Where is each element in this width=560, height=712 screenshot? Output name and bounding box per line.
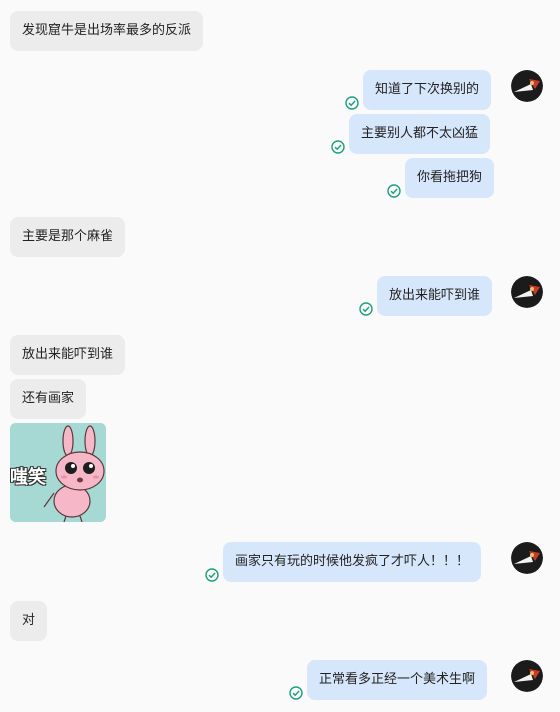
message-text: 正常看多正经一个美术生啊 [319,672,476,687]
check-circle-icon [345,96,359,110]
sticker-message[interactable]: 嗤笑 [10,423,106,522]
incoming-message[interactable]: 放出来能吓到谁 [10,335,126,375]
message-text: 主要是那个麻雀 [22,229,114,244]
outgoing-message[interactable]: 知道了下次换别的 [363,70,492,110]
message-text: 放出来能吓到谁 [22,347,114,362]
message-text: 还有画家 [22,391,75,406]
outgoing-message[interactable]: 画家只有玩的时候他发疯了才吓人！！！ [223,542,482,582]
incoming-message[interactable]: 主要是那个麻雀 [10,217,126,257]
check-circle-icon [387,184,401,198]
message-text: 发现窟牛是出场率最多的反派 [22,23,192,38]
outgoing-message[interactable]: 放出来能吓到谁 [377,276,493,316]
message-text: 对 [22,613,36,628]
check-circle-icon [289,686,303,700]
sticker-caption: 嗤笑 [10,467,46,488]
outgoing-message[interactable]: 正常看多正经一个美术生啊 [307,660,488,700]
incoming-message[interactable]: 还有画家 [10,379,87,419]
avatar[interactable] [511,542,543,574]
incoming-message[interactable]: 发现窟牛是出场率最多的反派 [10,11,204,51]
check-circle-icon [331,140,345,154]
avatar-icon [511,70,543,102]
message-text: 主要别人都不太凶猛 [361,126,479,141]
avatar-icon [511,276,543,308]
outgoing-message[interactable]: 主要别人都不太凶猛 [349,114,491,154]
avatar[interactable] [511,660,543,692]
message-text: 放出来能吓到谁 [389,288,481,303]
avatar[interactable] [511,276,543,308]
avatar[interactable] [511,70,543,102]
incoming-message[interactable]: 对 [10,601,48,641]
check-circle-icon [205,568,219,582]
avatar-icon [511,542,543,574]
message-text: 你看拖把狗 [417,170,483,185]
message-text: 知道了下次换别的 [375,82,480,97]
message-text: 画家只有玩的时候他发疯了才吓人！！！ [235,554,470,569]
check-circle-icon [359,302,373,316]
outgoing-message[interactable]: 你看拖把狗 [405,158,495,198]
avatar-icon [511,660,543,692]
